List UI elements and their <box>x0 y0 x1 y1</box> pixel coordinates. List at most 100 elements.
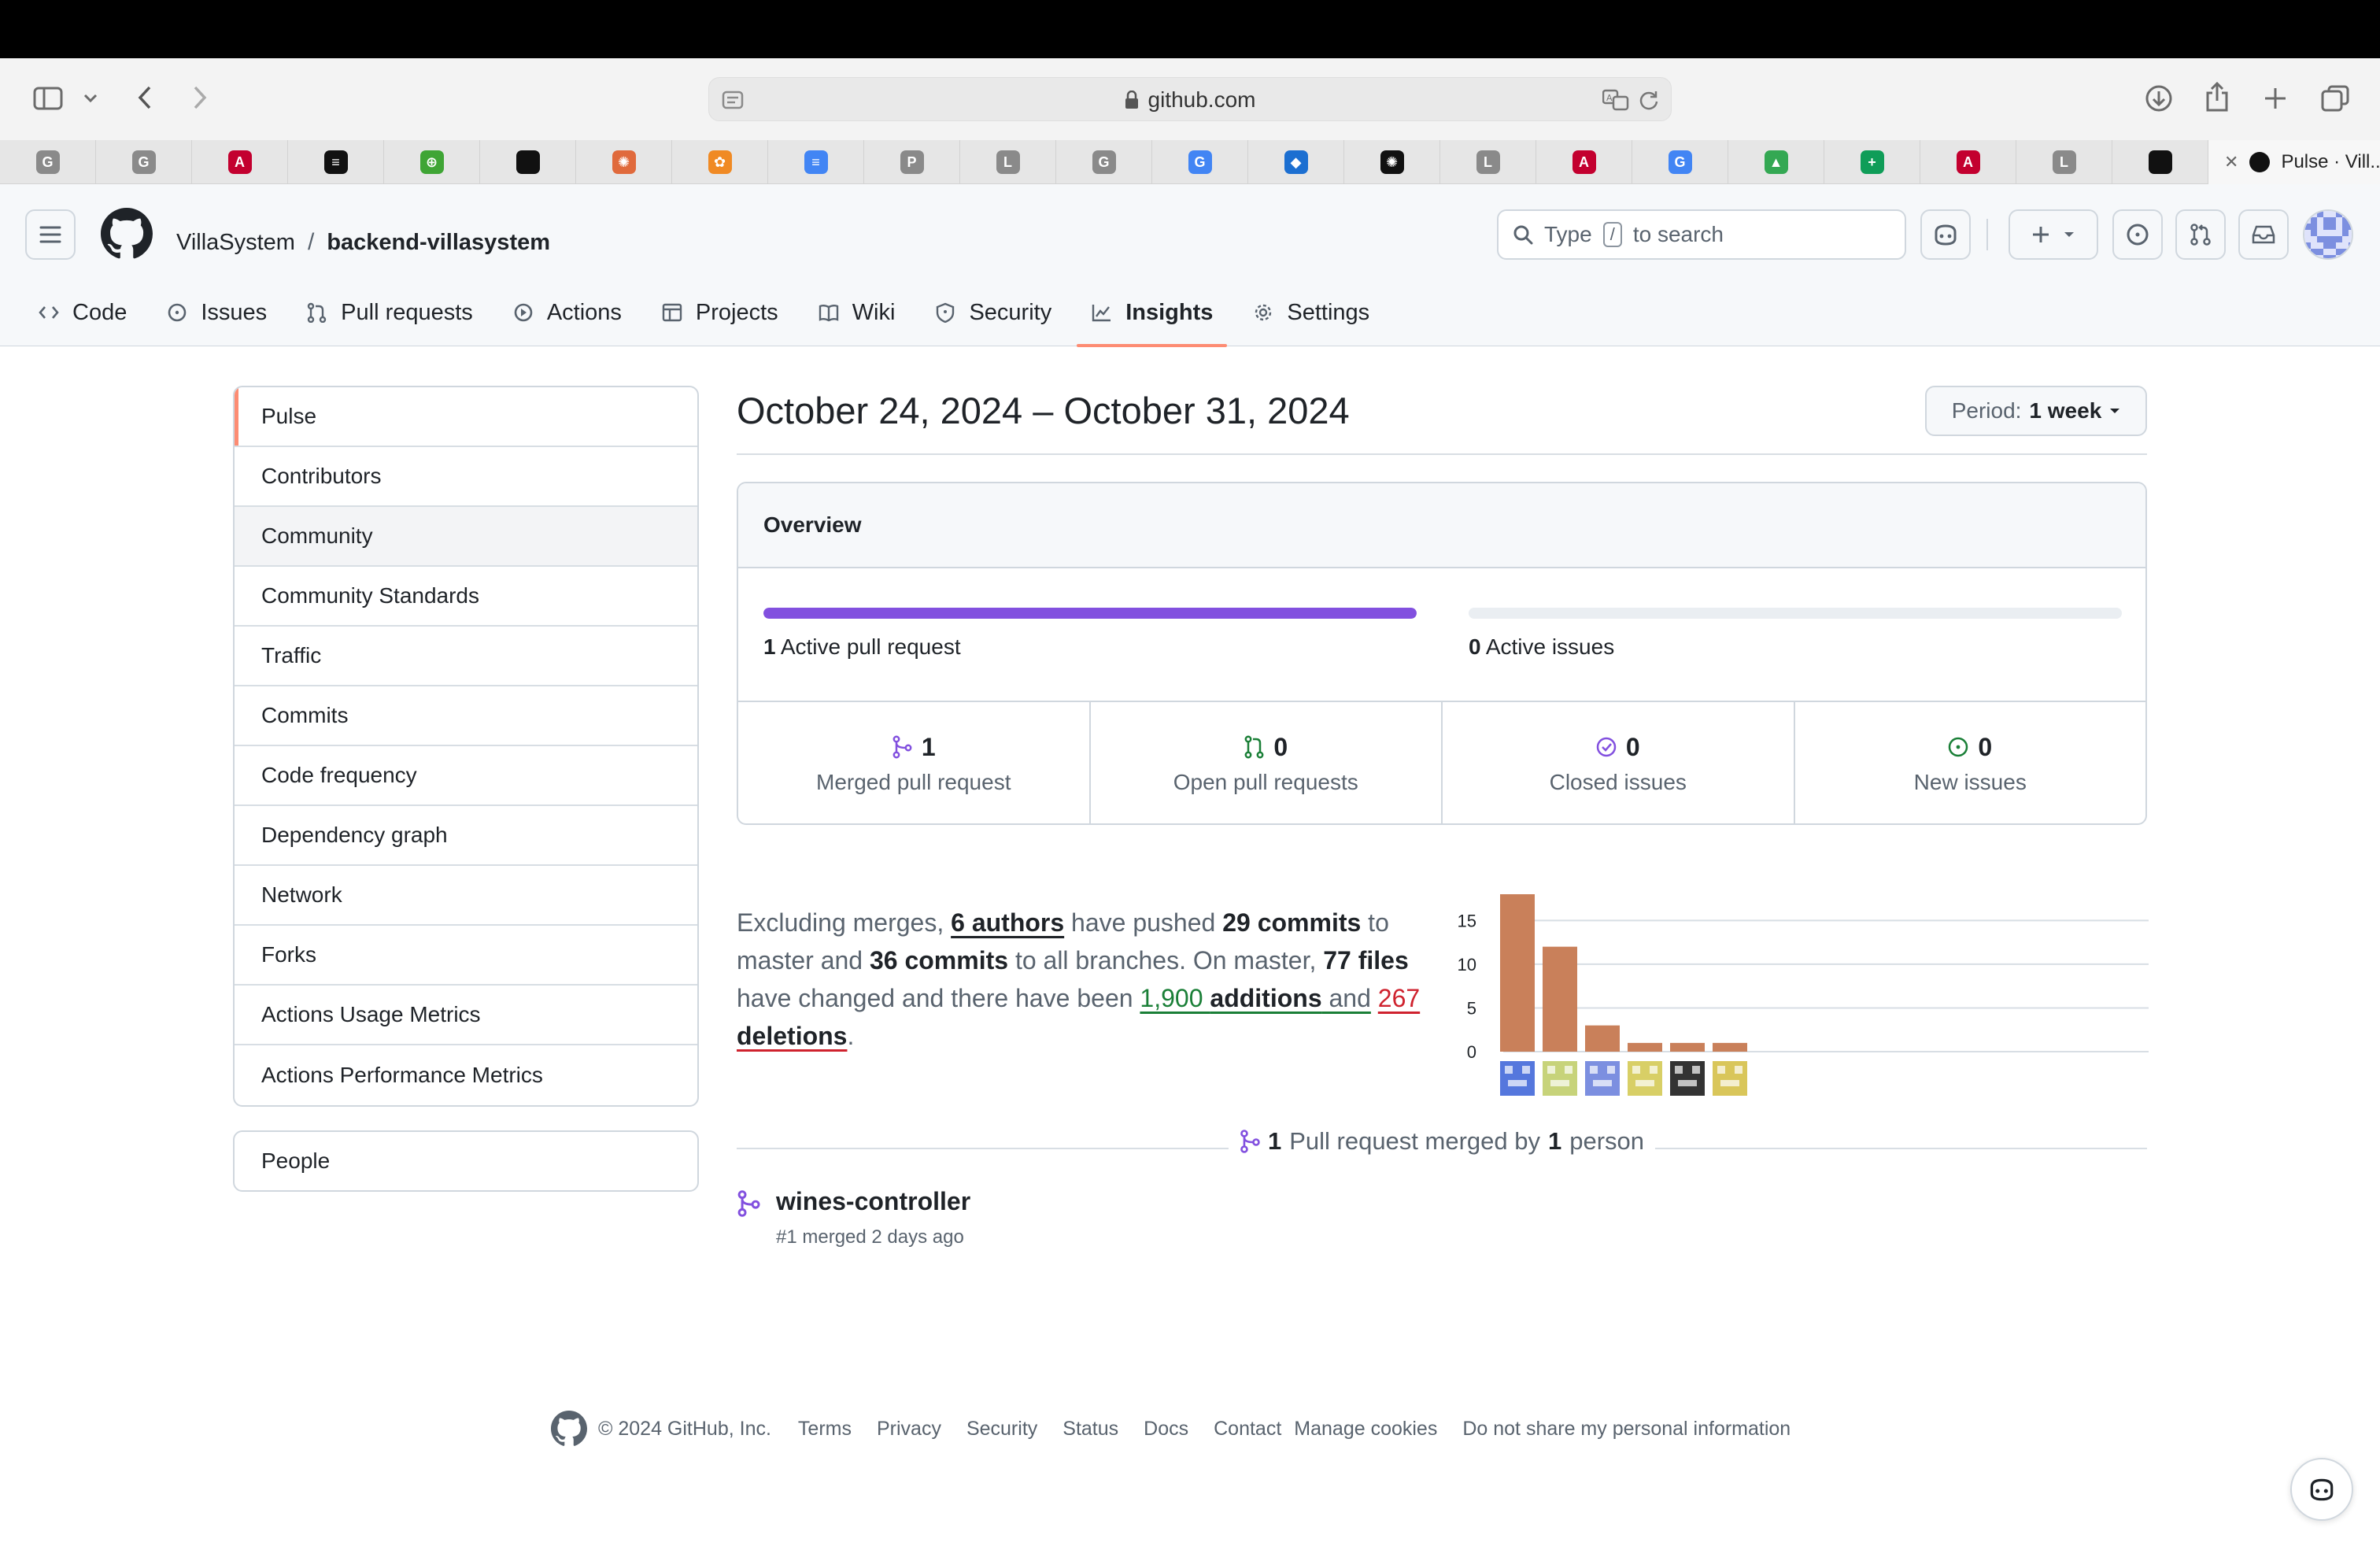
bar[interactable] <box>1670 1042 1705 1052</box>
stat-closed-issues[interactable]: 0 Closed issues <box>1443 702 1795 823</box>
sidebar-item-community[interactable]: Community <box>235 507 697 567</box>
footer-link-do-not-share-my-personal-information[interactable]: Do not share my personal information <box>1462 1418 1791 1441</box>
browser-tab[interactable]: G <box>1056 140 1152 184</box>
active-issues-label[interactable]: 0 Active issues <box>1469 634 1614 660</box>
period-dropdown[interactable]: Period: 1 week <box>1925 386 2147 436</box>
repo-name-link[interactable]: backend-villasystem <box>327 230 550 256</box>
commits-master-link[interactable]: 29 commits <box>1222 908 1361 937</box>
sidebar-item-people[interactable]: People <box>233 1130 699 1192</box>
footer-link-privacy[interactable]: Privacy <box>877 1418 941 1441</box>
sidebar-item-actions-usage-metrics[interactable]: Actions Usage Metrics <box>235 986 697 1045</box>
sidebar-item-dependency-graph[interactable]: Dependency graph <box>235 806 697 866</box>
sidebar-item-actions-performance-metrics[interactable]: Actions Performance Metrics <box>235 1045 697 1105</box>
browser-tab[interactable]: A <box>192 140 288 184</box>
sidebar-toggle-icon[interactable] <box>30 80 66 117</box>
browser-tab[interactable]: + <box>1824 140 1920 184</box>
pr-title-link[interactable]: wines-controller <box>776 1187 970 1216</box>
address-bar[interactable]: github.com A <box>708 77 1672 121</box>
browser-tab[interactable]: ✺ <box>1344 140 1440 184</box>
browser-tab[interactable]: G <box>1152 140 1248 184</box>
browser-tab[interactable] <box>2112 140 2208 184</box>
browser-tab[interactable]: ▲ <box>1728 140 1824 184</box>
browser-tab[interactable] <box>480 140 576 184</box>
close-tab-icon[interactable]: ✕ <box>2224 152 2238 172</box>
browser-tab[interactable]: A <box>1920 140 2016 184</box>
tab-pull-requests[interactable]: Pull requests <box>292 279 487 346</box>
new-tab-icon[interactable] <box>2257 80 2293 117</box>
bar[interactable] <box>1543 946 1577 1052</box>
tab-overview-icon[interactable] <box>2317 80 2353 117</box>
chevron-down-icon[interactable] <box>79 87 102 110</box>
browser-tab[interactable]: A <box>1536 140 1632 184</box>
sidebar-item-commits[interactable]: Commits <box>235 686 697 746</box>
sidebar-item-contributors[interactable]: Contributors <box>235 447 697 507</box>
authors-link[interactable]: 6 authors <box>951 908 1064 937</box>
browser-tab[interactable]: G <box>96 140 192 184</box>
active-prs-label[interactable]: 1 Active pull request <box>763 634 961 660</box>
repo-owner-link[interactable]: VillaSystem <box>176 230 295 256</box>
footer-link-terms[interactable]: Terms <box>798 1418 852 1441</box>
browser-tab[interactable]: ≡ <box>288 140 384 184</box>
tab-insights[interactable]: Insights <box>1077 279 1228 347</box>
browser-tab[interactable]: G <box>1632 140 1728 184</box>
create-new-button[interactable] <box>2009 209 2098 260</box>
sidebar-item-community-standards[interactable]: Community Standards <box>235 567 697 627</box>
download-icon[interactable] <box>2141 80 2177 117</box>
active-issues-bar[interactable] <box>1469 608 2122 619</box>
tab-wiki[interactable]: Wiki <box>804 279 910 346</box>
tab-actions[interactable]: Actions <box>498 279 636 346</box>
avatar[interactable] <box>2303 209 2353 260</box>
bar[interactable] <box>1628 1042 1662 1052</box>
sidebar-item-network[interactable]: Network <box>235 866 697 926</box>
tab-code[interactable]: Code <box>24 279 141 346</box>
footer-link-status[interactable]: Status <box>1062 1418 1118 1441</box>
footer-link-manage-cookies[interactable]: Manage cookies <box>1294 1418 1437 1441</box>
browser-tab[interactable]: P <box>864 140 960 184</box>
stat-new-issues[interactable]: 0 New issues <box>1795 702 2146 823</box>
browser-tab[interactable]: L <box>2016 140 2112 184</box>
hamburger-menu-button[interactable] <box>25 209 76 260</box>
browser-tab[interactable]: ≡ <box>768 140 864 184</box>
tab-projects[interactable]: Projects <box>647 279 793 346</box>
copilot-chat-button[interactable] <box>2290 1458 2353 1521</box>
inbox-button[interactable] <box>2238 209 2289 260</box>
your-issues-button[interactable] <box>2112 209 2163 260</box>
translate-icon[interactable]: A <box>1602 87 1630 113</box>
browser-tab[interactable]: ✺ <box>576 140 672 184</box>
browser-tab-active[interactable]: ✕ Pulse · Vill... <box>2208 140 2380 184</box>
footer-link-docs[interactable]: Docs <box>1144 1418 1188 1441</box>
sidebar-item-pulse[interactable]: Pulse <box>235 387 697 447</box>
sidebar-item-forks[interactable]: Forks <box>235 926 697 986</box>
browser-tab[interactable]: ◆ <box>1248 140 1344 184</box>
stat-open-pull-requests[interactable]: 0 Open pull requests <box>1091 702 1443 823</box>
bar[interactable] <box>1585 1025 1620 1052</box>
github-logo-icon[interactable] <box>101 208 153 260</box>
share-icon[interactable] <box>2199 79 2235 115</box>
footer-link-security[interactable]: Security <box>966 1418 1037 1441</box>
bar[interactable] <box>1500 894 1535 1052</box>
sidebar-item-code-frequency[interactable]: Code frequency <box>235 746 697 806</box>
footer-link-contact[interactable]: Contact <box>1214 1418 1281 1441</box>
tab-settings[interactable]: Settings <box>1238 279 1384 346</box>
footer-github-logo-icon[interactable] <box>551 1411 587 1447</box>
browser-tab[interactable]: L <box>1440 140 1536 184</box>
reload-icon[interactable] <box>1636 87 1661 113</box>
tab-security[interactable]: Security <box>920 279 1066 346</box>
your-pull-requests-button[interactable] <box>2175 209 2226 260</box>
browser-tab[interactable]: G <box>0 140 96 184</box>
browser-tab[interactable]: L <box>960 140 1056 184</box>
stat-merged-pull-request[interactable]: 1 Merged pull request <box>738 702 1091 823</box>
active-prs-bar[interactable] <box>763 608 1417 619</box>
sidebar-item-traffic[interactable]: Traffic <box>235 627 697 686</box>
commits-all-link[interactable]: 36 commits <box>870 946 1008 975</box>
browser-tab[interactable]: ✿ <box>672 140 768 184</box>
back-icon[interactable] <box>129 82 161 113</box>
browser-tab[interactable]: ⊕ <box>384 140 480 184</box>
bar[interactable] <box>1713 1042 1747 1052</box>
forward-icon[interactable] <box>184 82 216 113</box>
copilot-button[interactable] <box>1920 209 1971 260</box>
tab-issues[interactable]: Issues <box>152 279 281 346</box>
additions-link[interactable]: 1,900 additions and <box>1140 984 1370 1012</box>
triangle-down-icon <box>2064 232 2074 237</box>
search-input[interactable]: Type / to search <box>1497 209 1906 260</box>
